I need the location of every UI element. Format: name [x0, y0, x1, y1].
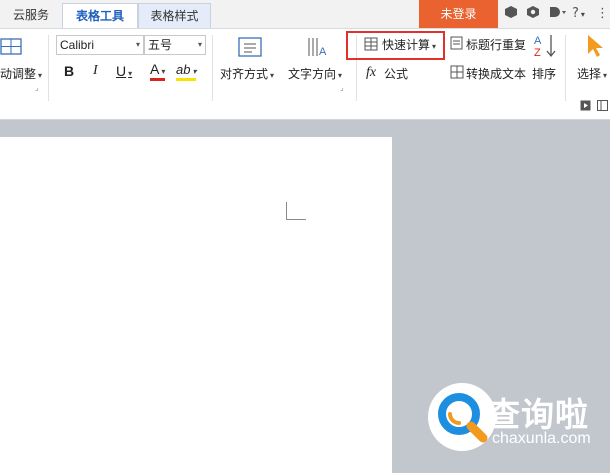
auto-fit-button[interactable]: 动调整 ▾	[0, 65, 42, 82]
text-direction-label: 文字方向	[288, 67, 337, 81]
separator	[212, 35, 213, 101]
ribbon-tab-bar: 云服务 表格工具 表格样式 未登录 ? ▾ ⋮	[0, 0, 610, 28]
document-page[interactable]	[0, 137, 392, 473]
text-direction-button[interactable]: 文字方向 ▾	[288, 65, 342, 82]
dialog-launcher-icon[interactable]: ⌟	[35, 83, 39, 92]
skin-icon[interactable]	[504, 5, 518, 25]
chevron-down-icon: ▾	[338, 71, 343, 80]
ribbon-toolbar: 动调整 ▾ ⌟ Calibri ▾ 五号 ▾ B I U ▾ A ▾ ab ▾ 对齐方式…	[0, 28, 610, 120]
font-color-button[interactable]: A ▾	[150, 61, 166, 81]
play-icon[interactable]	[580, 100, 591, 114]
separator	[48, 35, 49, 101]
font-size-value: 五号	[148, 38, 173, 52]
font-size-select[interactable]: 五号 ▾	[144, 35, 206, 55]
watermark-title: 查询啦	[487, 395, 589, 434]
separator	[565, 35, 566, 101]
align-button[interactable]: 对齐方式 ▾	[220, 65, 274, 82]
auto-fit-icon[interactable]	[0, 37, 24, 60]
svg-text:A: A	[534, 35, 542, 47]
theme-dropdown-icon[interactable]	[548, 5, 568, 25]
chevron-down-icon: ▾	[161, 67, 166, 76]
watermark-url: chaxunla.com	[492, 430, 591, 447]
sort-button[interactable]: 排序	[532, 65, 556, 82]
settings-hex-icon[interactable]	[526, 5, 540, 25]
highlight-button[interactable]: ab ▾	[176, 62, 197, 81]
chevron-down-icon: ▾	[603, 71, 608, 80]
chevron-down-icon: ▾	[197, 40, 202, 49]
select-button[interactable]: 选择 ▾	[577, 65, 607, 82]
align-label: 对齐方式	[220, 67, 269, 81]
page-margin-marker	[286, 202, 306, 220]
font-name-value: Calibri	[60, 38, 95, 52]
chevron-down-icon: ▾	[270, 71, 275, 80]
chevron-down-icon: ▾	[135, 40, 140, 49]
chevron-down-icon: ▾	[38, 71, 43, 80]
underline-label: U	[116, 63, 127, 79]
quick-calc-highlight-box	[346, 31, 445, 60]
more-menu-icon[interactable]: ⋮	[596, 5, 609, 23]
italic-button[interactable]: I	[93, 63, 98, 79]
auto-fit-label: 动调整	[0, 67, 37, 81]
text-direction-icon[interactable]: A	[306, 35, 330, 62]
chevron-down-icon: ▾	[128, 69, 133, 78]
svg-text:Z: Z	[534, 47, 541, 59]
chevron-down-icon: ▾	[580, 10, 585, 19]
help-label: ?	[572, 6, 579, 21]
formula-button[interactable]: 公式	[384, 65, 408, 82]
bold-button[interactable]: B	[64, 63, 74, 79]
highlight-label: ab	[176, 62, 191, 77]
panel-icon[interactable]	[597, 100, 608, 114]
login-button[interactable]: 未登录	[419, 0, 498, 28]
select-label: 选择	[577, 67, 602, 81]
dialog-launcher-icon[interactable]: ⌟	[340, 83, 344, 92]
sort-icon[interactable]: AZ	[533, 33, 557, 62]
help-icon[interactable]: ? ▾	[572, 5, 585, 24]
svg-text:A: A	[319, 46, 327, 58]
repeat-header-button[interactable]: 标题行重复	[466, 36, 526, 53]
font-color-label: A	[150, 61, 160, 77]
font-name-select[interactable]: Calibri ▾	[56, 35, 144, 55]
cursor-arrow-icon[interactable]	[585, 33, 605, 62]
align-icon[interactable]	[238, 37, 262, 60]
formula-icon: fx	[366, 65, 377, 80]
tab-table-style[interactable]: 表格样式	[138, 3, 211, 28]
tab-table-tools[interactable]: 表格工具	[62, 3, 138, 28]
repeat-header-icon	[450, 36, 464, 53]
underline-button[interactable]: U ▾	[116, 63, 132, 82]
chevron-down-icon: ▾	[192, 67, 197, 76]
convert-text-button[interactable]: 转换成文本	[466, 65, 526, 82]
convert-text-icon	[450, 65, 464, 82]
tab-cloud-service[interactable]: 云服务	[0, 3, 62, 28]
watermark-logo-icon	[428, 383, 496, 451]
